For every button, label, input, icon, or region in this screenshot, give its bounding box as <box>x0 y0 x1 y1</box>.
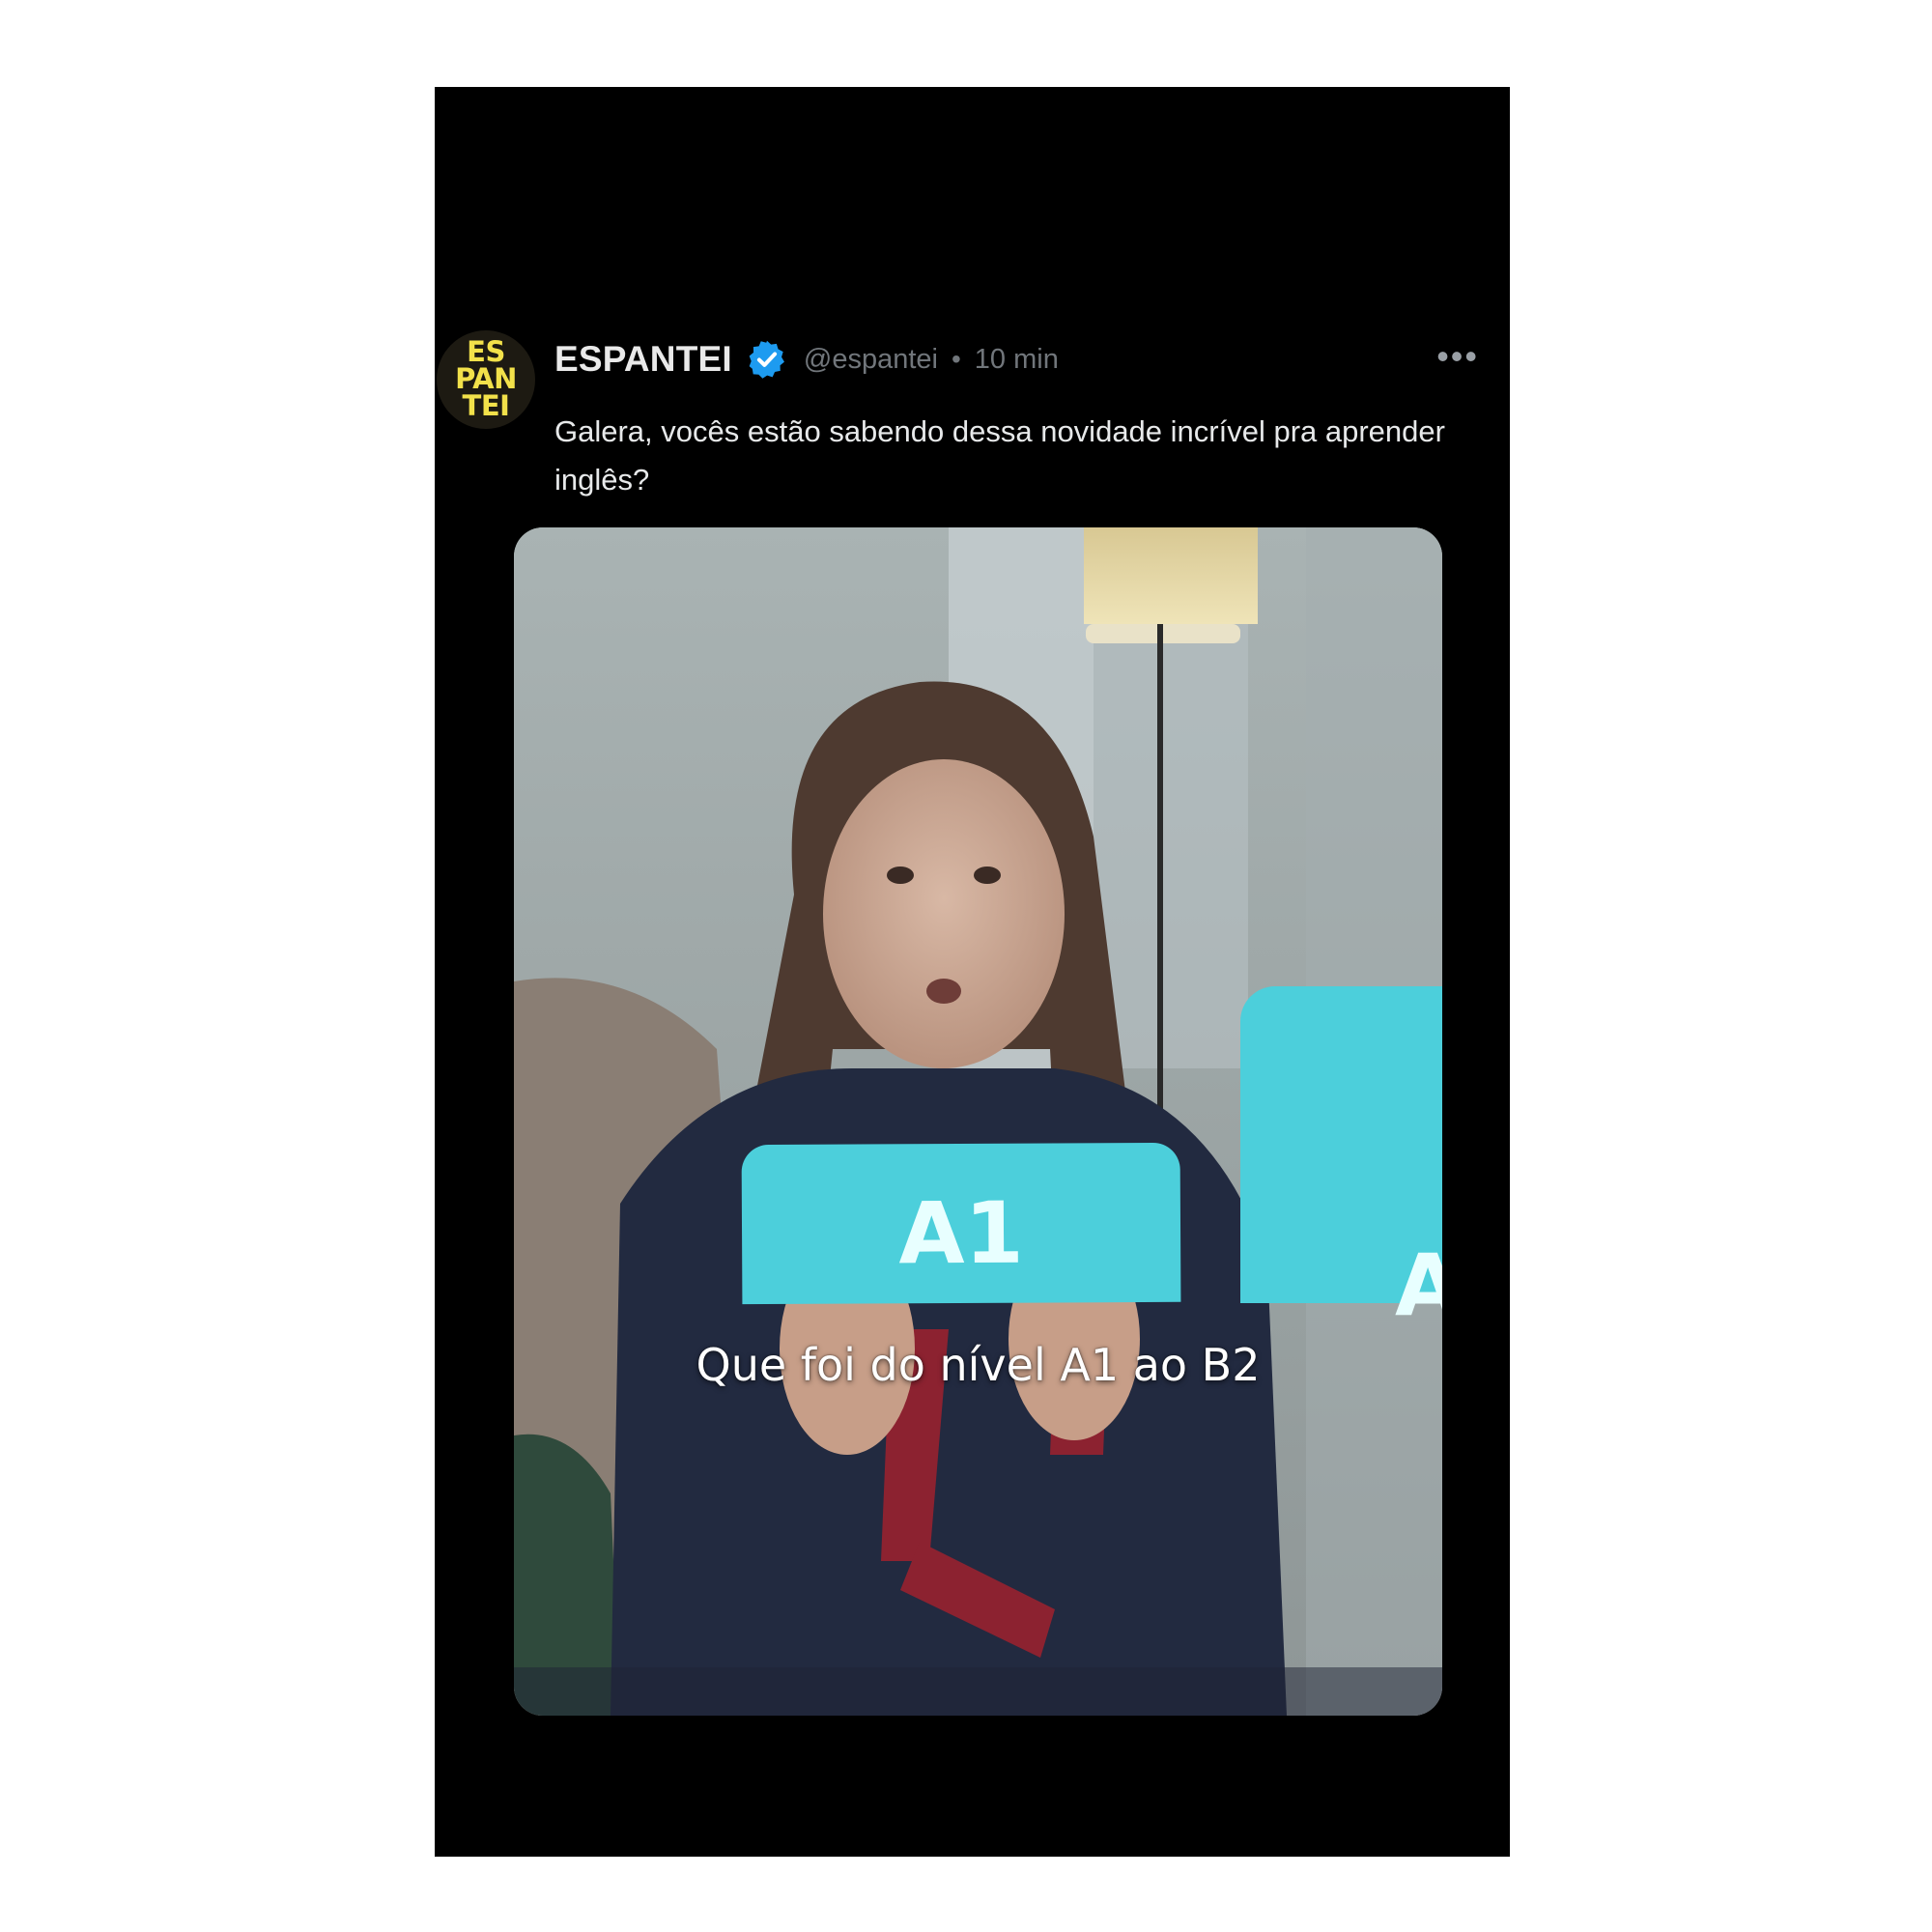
lamp-shade <box>1084 527 1258 624</box>
video-caption: Que foi do nível A1 ao B2 <box>696 1339 1261 1391</box>
timestamp[interactable]: 10 min <box>975 344 1059 376</box>
eye-left <box>887 867 914 884</box>
face <box>823 759 1065 1068</box>
tweet-screen: ES PAN TEI ESPANTEI @espantei • 10 min •… <box>435 87 1510 1857</box>
bottom-shadow <box>514 1667 1442 1716</box>
separator-dot: • <box>951 344 961 374</box>
display-name[interactable]: ESPANTEI <box>554 339 732 380</box>
video-player[interactable]: A A1 Que foi do nível A1 ao B2 <box>514 527 1442 1716</box>
avatar[interactable]: ES PAN TEI <box>437 330 535 429</box>
post-header: ESPANTEI @espantei • 10 min ••• <box>554 330 1510 388</box>
eye-right <box>974 867 1001 884</box>
level-card-a1-label: A1 <box>898 1182 1024 1284</box>
post-text: Galera, vocês estão sabendo dessa novida… <box>554 414 1445 497</box>
mouth <box>926 979 961 1004</box>
avatar-line-3: TEI <box>462 388 510 422</box>
handle[interactable]: @espantei <box>804 344 938 376</box>
level-card-a2-label: A <box>1395 1235 1442 1335</box>
more-options-button[interactable]: ••• <box>1436 339 1479 374</box>
verified-badge-icon <box>749 340 784 379</box>
level-card-a1: A1 <box>741 1142 1181 1305</box>
level-card-a2: A <box>1240 986 1442 1335</box>
